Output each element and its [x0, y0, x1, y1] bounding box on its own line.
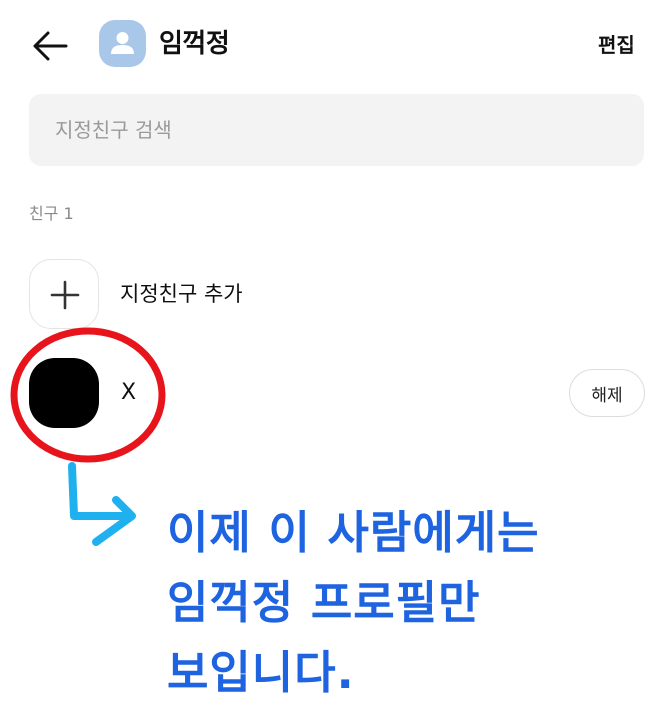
annotation-line-3: 보입니다.: [167, 646, 355, 699]
friend-list-item[interactable]: X 해제: [29, 356, 645, 432]
arrow-left-icon[interactable]: [30, 28, 70, 64]
add-friend-label: 지정친구 추가: [120, 282, 243, 306]
friend-name: X: [121, 380, 137, 405]
add-friend-button[interactable]: [29, 259, 99, 329]
plus-icon: [50, 280, 80, 310]
annotation-line-2: 임꺽정 프로필만: [167, 576, 481, 629]
section-label: 친구 1: [29, 204, 74, 223]
annotation-line-1: 이제 이 사람에게는: [167, 506, 540, 559]
page-title: 임꺽정: [159, 29, 230, 59]
annotation-text: 이제 이 사람에게는 임꺽정 프로필만 보입니다.: [167, 498, 540, 708]
annotation-arrow: [68, 462, 136, 546]
edit-button[interactable]: 편집: [598, 28, 635, 62]
person-icon: [111, 32, 134, 54]
friend-avatar[interactable]: [29, 358, 99, 428]
profile-avatar[interactable]: [99, 20, 146, 67]
unfavorite-button[interactable]: 해제: [569, 369, 645, 417]
add-favorite-friend-row[interactable]: 지정친구 추가: [29, 259, 644, 331]
search-input[interactable]: [29, 94, 644, 166]
